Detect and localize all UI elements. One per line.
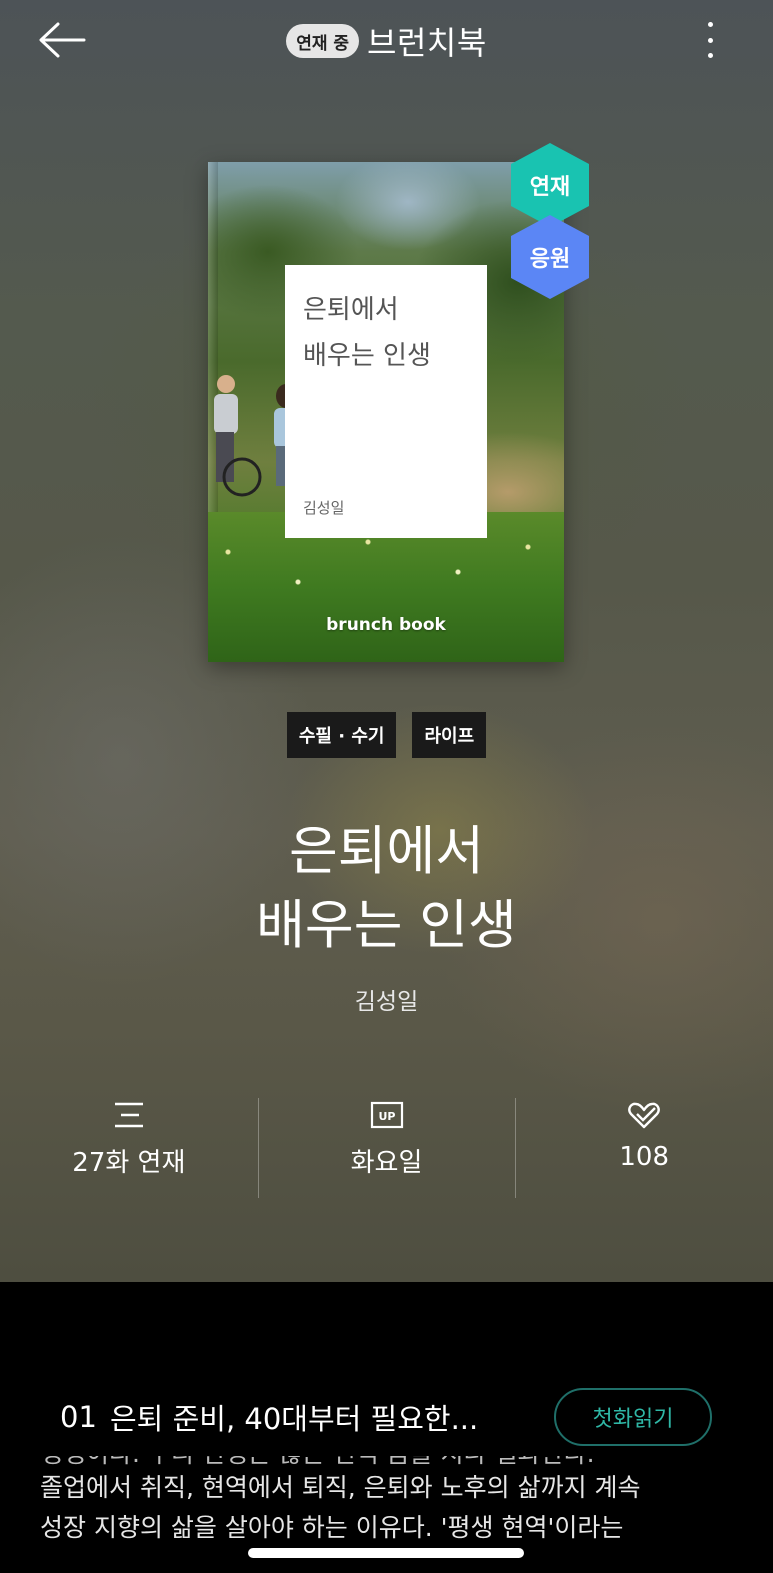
- intro-line: 성장 지향의 삶을 살아야 하는 이유다. '평생 현역'이라는: [40, 1513, 624, 1542]
- status-badge: 연재 중: [286, 24, 360, 58]
- intro-line: 졸업에서 취직, 현역에서 퇴직, 은퇴와 노후의 삶까지 계속: [40, 1473, 641, 1502]
- stat-likes-label: 108: [619, 1142, 669, 1172]
- episode-title[interactable]: 은퇴 준비, 40대부터 필요한...: [110, 1396, 510, 1438]
- stat-episodes-label: 27화 연재: [72, 1148, 186, 1178]
- dot: [707, 53, 713, 58]
- dot: [707, 22, 713, 27]
- cover-author: 김성일: [303, 499, 345, 517]
- home-indicator[interactable]: [248, 1548, 524, 1558]
- book-stats: 27화 연재 UP 화요일 108: [0, 1098, 773, 1198]
- page-title: 브런치북: [367, 24, 487, 62]
- top-bar: 연재 중 브런치북: [0, 0, 773, 82]
- like-icon: [628, 1102, 660, 1129]
- dot: [707, 37, 713, 43]
- stat-schedule-label: 화요일: [350, 1148, 423, 1178]
- header-center: 연재 중 브런치북: [0, 18, 773, 64]
- up-icon: UP: [370, 1101, 403, 1129]
- stat-schedule: UP 화요일: [257, 1098, 516, 1198]
- more-options-button[interactable]: [696, 18, 724, 62]
- cover-title: 은퇴에서 배우는 인생: [303, 295, 431, 371]
- episode-number: 01: [60, 1400, 97, 1434]
- book-cover[interactable]: 은퇴에서 배우는 인생 김성일 brunch book: [208, 162, 564, 662]
- read-first-episode-button[interactable]: 첫화읽기: [554, 1388, 712, 1446]
- tag-life[interactable]: 라이프: [412, 712, 487, 758]
- cover-title-card: 은퇴에서 배우는 인생 김성일: [285, 265, 487, 538]
- cyclist-figure: [214, 375, 262, 497]
- svg-text:UP: UP: [378, 1110, 395, 1123]
- tag-essay[interactable]: 수필 · 수기: [286, 712, 397, 758]
- category-tags: 수필 · 수기 라이프: [0, 712, 773, 758]
- list-icon: [114, 1102, 143, 1128]
- book-intro: 졸업에서 취직, 현역에서 퇴직, 은퇴와 노후의 삶까지 계속 성장 지향의 …: [40, 1468, 740, 1548]
- book-title: 은퇴에서 배우는 인생: [256, 821, 517, 956]
- stat-episodes: 27화 연재: [0, 1098, 258, 1198]
- book-author[interactable]: 김성일: [0, 982, 773, 1016]
- brunch-book-logo: brunch book: [326, 615, 446, 635]
- stat-likes[interactable]: 108: [515, 1098, 773, 1198]
- first-episode-row[interactable]: 01 은퇴 준비, 40대부터 필요한... 첫화읽기: [60, 1388, 712, 1446]
